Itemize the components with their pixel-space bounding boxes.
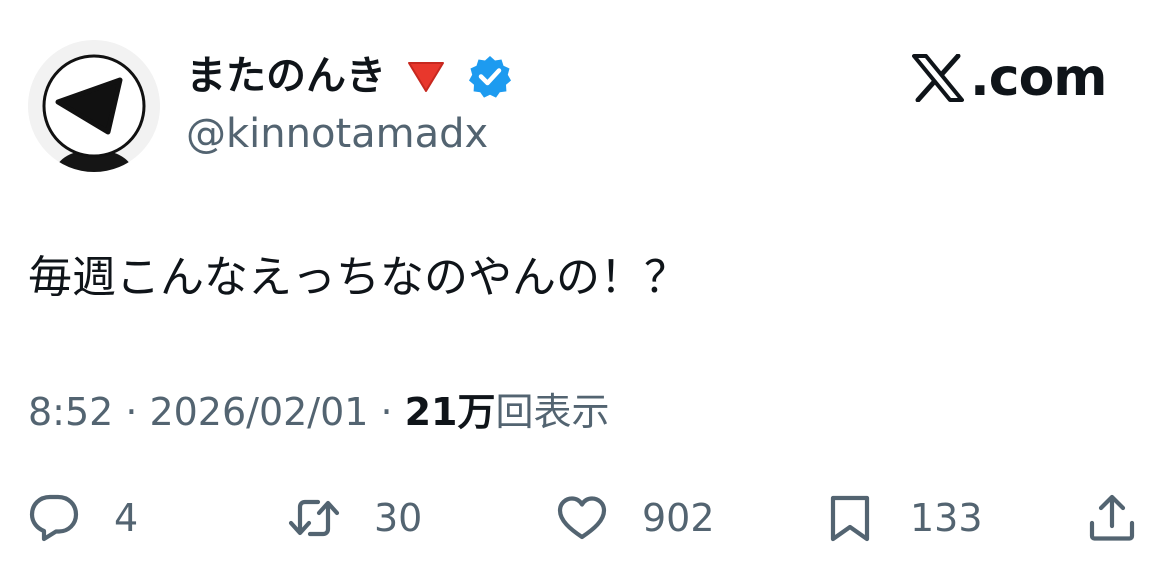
- share-icon: [1089, 494, 1135, 541]
- heart-icon: [557, 496, 607, 540]
- avatar-image: [28, 40, 160, 172]
- x-logo-icon: [912, 54, 964, 102]
- tweet-text: 毎週こんなえっちなのやんの！？: [28, 252, 688, 303]
- reply-count: 4: [114, 496, 139, 540]
- brand-text: .com: [970, 48, 1107, 108]
- share-button[interactable]: [1086, 488, 1138, 548]
- bookmark-button[interactable]: 133: [824, 488, 983, 548]
- retweet-icon: [288, 499, 340, 537]
- like-button[interactable]: 902: [556, 488, 715, 548]
- tweet-time[interactable]: 8:52: [28, 390, 113, 434]
- like-count: 902: [642, 496, 715, 540]
- avatar[interactable]: [28, 40, 160, 172]
- display-name[interactable]: またのんき: [186, 52, 386, 100]
- reply-icon: [29, 494, 79, 542]
- tweet-card: またのんき @kinnotamadx .com 毎週こんなえっちなのやんの！？ …: [0, 0, 1170, 578]
- action-bar: 4 30 902 133: [0, 488, 1170, 548]
- views-count: 21万: [404, 390, 496, 434]
- retweet-button[interactable]: 30: [288, 488, 422, 548]
- bookmark-count: 133: [910, 496, 983, 540]
- meta-separator: ·: [125, 390, 138, 434]
- brand-logo: .com: [912, 48, 1107, 108]
- reply-button[interactable]: 4: [28, 488, 138, 548]
- retweet-count: 30: [374, 496, 423, 540]
- bookmark-icon: [830, 495, 870, 542]
- user-handle[interactable]: @kinnotamadx: [186, 110, 488, 158]
- meta-separator: ·: [380, 390, 393, 434]
- tweet-meta: 8:52 · 2026/02/01 · 21万回表示: [28, 388, 609, 436]
- verified-badge-icon[interactable]: [468, 54, 512, 98]
- red-triangle-down-icon: [408, 62, 444, 92]
- tweet-date[interactable]: 2026/02/01: [149, 390, 368, 434]
- views-label: 回表示: [495, 390, 610, 434]
